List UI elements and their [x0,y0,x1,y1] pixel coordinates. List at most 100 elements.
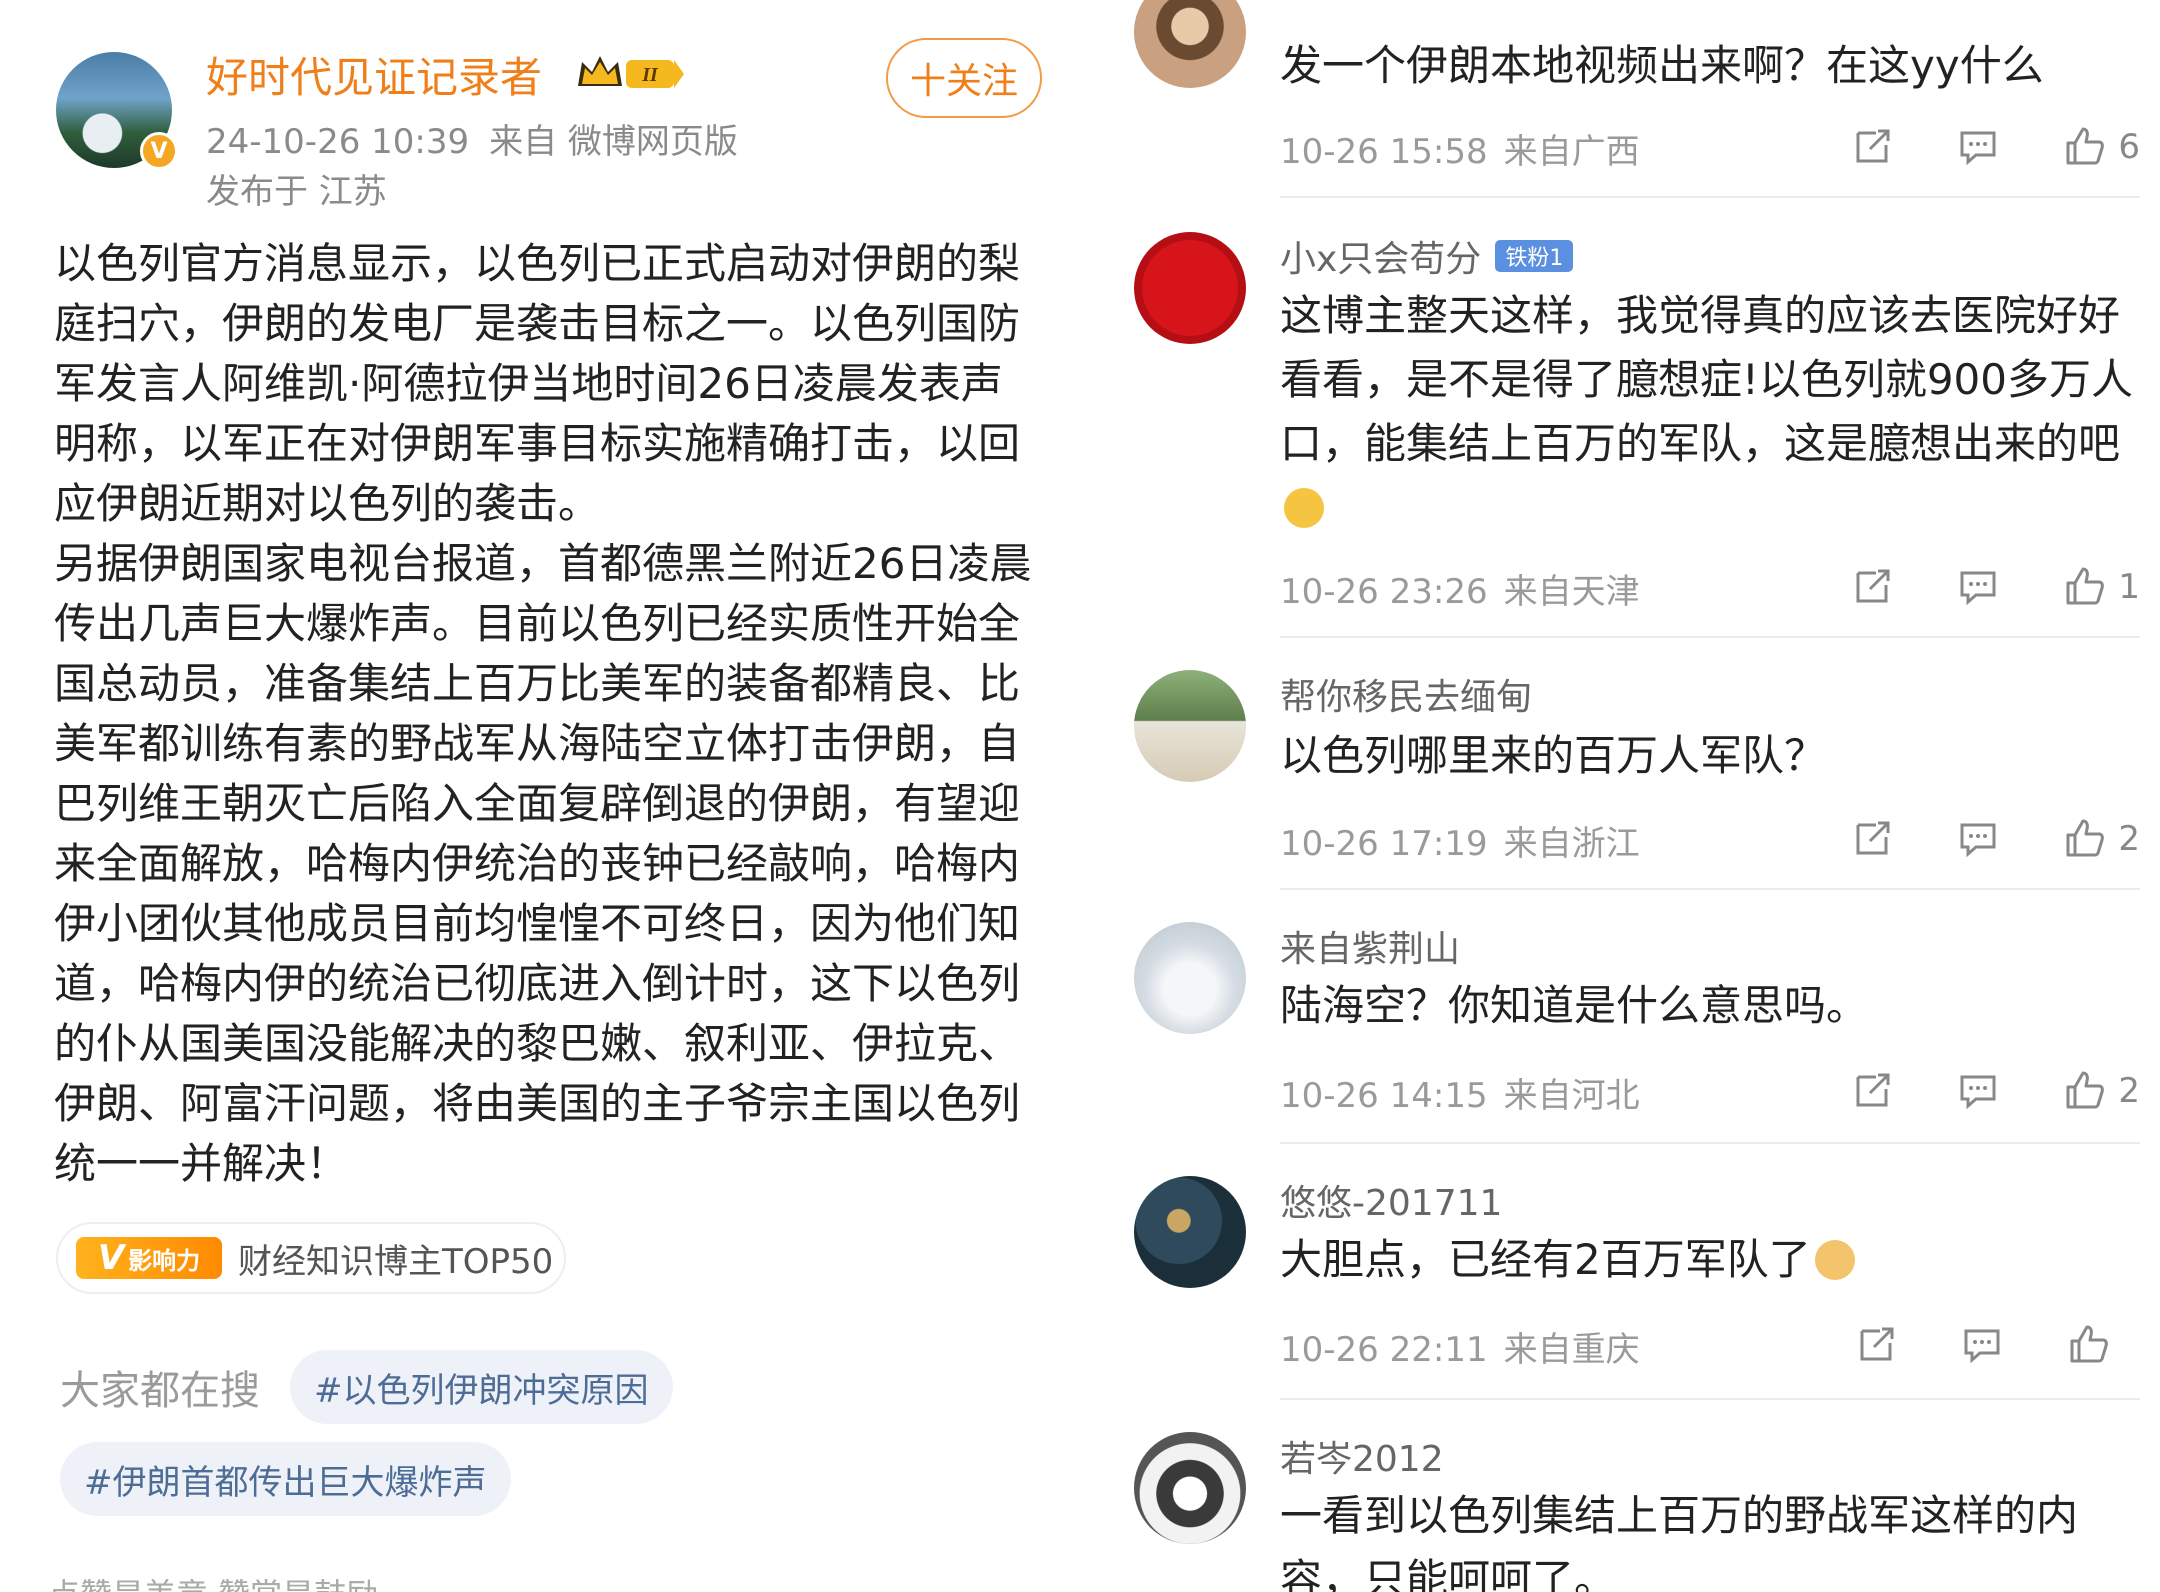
post-location: 发布于 江苏 [206,172,387,212]
comment-text: 发一个伊朗本地视频出来啊？在这yy什么 [1280,41,2044,90]
comment-meta: 10-26 17:19 来自浙江 [1280,816,1640,865]
laugh-cry-emoji-icon [1284,488,1324,528]
thumbs-up-icon [2066,127,2105,165]
divider [1280,1142,2140,1144]
comment-time: 10-26 23:26 [1280,572,1488,612]
comment-icon [1960,1075,1996,1110]
reply-button[interactable] [1956,1069,2000,1113]
divider [1280,196,2140,198]
comment-item: 帮你移民去缅甸 以色列哪里来的百万人军队？ 10-26 17:19 来自浙江 2 [1108,640,2160,892]
divider [1280,636,2140,638]
like-button[interactable] [2066,1323,2140,1367]
influence-badge: V 影响力 [76,1237,222,1279]
commenter-avatar[interactable] [1134,670,1246,782]
thumbs-up-icon [2066,1071,2105,1109]
comment-actions: 1 [1788,562,2140,612]
author-avatar[interactable]: V [56,52,178,170]
commenter-avatar[interactable] [1134,232,1246,344]
divider [1280,1398,2140,1400]
share-button[interactable] [1850,125,1894,169]
comment-icon [1960,131,1996,166]
thumbs-up-icon [2066,819,2105,857]
follow-button[interactable]: 十关注 [886,38,1042,118]
comment-meta: 10-26 14:15 来自河北 [1280,1068,1640,1117]
like-button[interactable]: 2 [2062,1069,2140,1113]
commenter-avatar[interactable] [1134,0,1246,88]
verified-v-icon: V [140,132,178,170]
comment-actions: 2 [1788,814,2140,864]
reply-button[interactable] [1960,1323,2004,1367]
comment-time: 10-26 17:19 [1280,824,1488,864]
comment-item: 小x只会苟分 铁粉1 这博主整天这样，我觉得真的应该去医院好好看看，是不是得了臆想… [1108,200,2160,640]
share-icon [1856,1073,1890,1107]
post-panel: V 好时代见证记录者 II 十关注 24-10-26 10:39 来自 微博网页版… [0,0,1080,1592]
share-button[interactable] [1854,1323,1898,1367]
share-button[interactable] [1850,565,1894,609]
svg-text:II: II [641,64,659,86]
post-paragraph: 以色列官方消息显示，以色列已正式启动对伊朗的梨庭扫穴，伊朗的发电厂是袭击目标之一… [54,239,1021,528]
comment-location: 来自广西 [1503,132,1640,172]
comment-meta: 10-26 15:58 来自广西 [1280,124,1640,173]
comment-time: 10-26 15:58 [1280,132,1488,172]
influence-pill[interactable]: V 影响力 财经知识博主TOP50 [56,1222,566,1294]
post-timestamp: 24-10-26 10:39 [206,122,470,162]
commenter-name[interactable]: 悠悠-201711 [1280,1174,1502,1226]
thumbs-up-icon [2070,1325,2108,1363]
like-count: 2 [2118,1071,2140,1111]
comment-text: 一看到以色列集结上百万的野战军这样的内容，只能呵呵了。 [1280,1491,2079,1592]
trending-tag[interactable]: #伊朗首都传出巨大爆炸声 [60,1442,511,1516]
post-meta: 24-10-26 10:39 来自 微博网页版 [206,114,738,163]
trending-tag[interactable]: #以色列伊朗冲突原因 [290,1350,673,1424]
commenter-avatar[interactable] [1134,1176,1246,1288]
reply-button[interactable] [1956,565,2000,609]
comment-meta: 10-26 22:11 来自重庆 [1280,1322,1640,1371]
thumbs-up-icon [2066,567,2105,605]
doge-emoji-icon [1814,1240,1855,1280]
like-count: 1 [2118,567,2140,607]
commenter-name[interactable]: 来自紫荆山 [1280,920,1460,972]
comment-item: 发一个伊朗本地视频出来啊？在这yy什么 10-26 15:58 来自广西 6 [1108,0,2160,200]
share-button[interactable] [1850,817,1894,861]
like-button[interactable]: 1 [2062,565,2140,609]
commenter-name[interactable]: 若岑2012 [1280,1430,1444,1482]
comment-location: 来自河北 [1503,1076,1640,1116]
reward-prompt: 点赞是美意 赞赏是鼓励 [48,1570,378,1592]
comment-time: 10-26 14:15 [1280,1076,1488,1116]
comment-location: 来自重庆 [1503,1330,1640,1370]
comment-actions [1792,1320,2140,1370]
comment-time: 10-26 22:11 [1280,1330,1488,1370]
comment-text: 这博主整天这样，我觉得真的应该去医院好好看看，是不是得了臆想症!以色列就900多… [1280,284,2140,540]
comment-location: 来自天津 [1503,572,1640,612]
share-icon [1856,129,1890,163]
comment-actions: 6 [1788,122,2140,172]
trending-search-label: 大家都在搜 [60,1368,260,1414]
share-button[interactable] [1850,1069,1894,1113]
author-name[interactable]: 好时代见证记录者 [206,44,542,105]
post-source: 来自 微博网页版 [489,122,738,162]
comment-icon [1960,571,1996,606]
commenter-name[interactable]: 帮你移民去缅甸 [1280,668,1532,720]
comment-meta: 10-26 23:26 来自天津 [1280,564,1640,613]
like-button[interactable]: 2 [2062,817,2140,861]
reply-button[interactable] [1956,125,2000,169]
comment-item: 若岑2012 一看到以色列集结上百万的野战军这样的内容，只能呵呵了。 [1108,1402,2160,1592]
like-button[interactable]: 6 [2062,125,2140,169]
commenter-avatar[interactable] [1134,922,1246,1034]
fan-badge: 铁粉1 [1495,240,1574,272]
commenter-avatar[interactable] [1134,1432,1246,1544]
like-count: 6 [2118,127,2140,167]
comment-text: 大胆点，已经有2百万军队了 [1280,1228,2140,1292]
share-icon [1856,569,1890,603]
comment-item: 悠悠-201711 大胆点，已经有2百万军队了 10-26 22:11 来自重庆 [1108,1146,2160,1402]
comment-item: 来自紫荆山 陆海空？你知道是什么意思吗。 10-26 14:15 来自河北 2 [1108,892,2160,1146]
comment-location: 来自浙江 [1503,824,1640,864]
influence-text: 财经知识博主TOP50 [238,1241,554,1282]
reply-button[interactable] [1956,817,2000,861]
comment-actions: 2 [1788,1066,2140,1116]
like-count: 2 [2118,819,2140,859]
comments-panel: 发一个伊朗本地视频出来啊？在这yy什么 10-26 15:58 来自广西 6 小x… [1108,0,2160,1592]
commenter-name[interactable]: 小x只会苟分 铁粉1 [1280,230,1574,282]
comment-text: 陆海空？你知道是什么意思吗。 [1280,981,1869,1030]
share-icon [1856,821,1890,855]
comment-icon [1960,823,1996,858]
